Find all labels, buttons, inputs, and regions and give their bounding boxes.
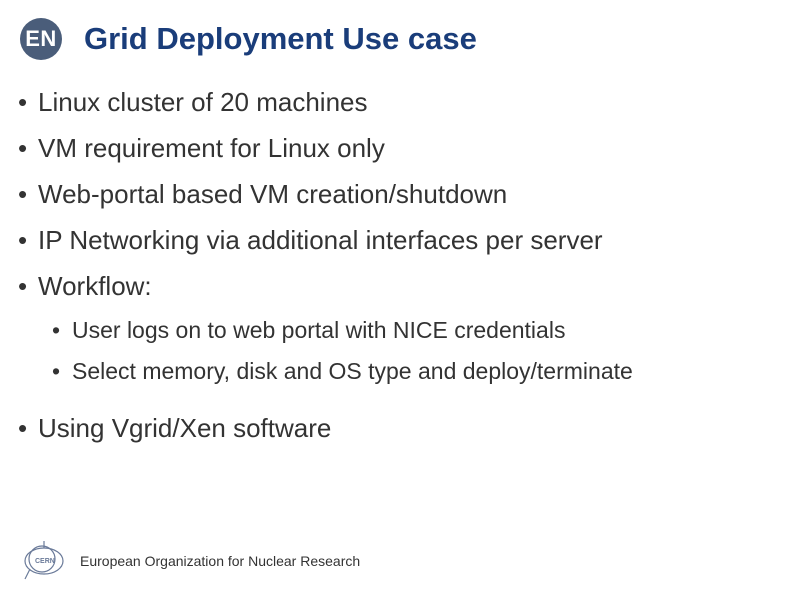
cern-logo-icon: CERN [22, 541, 66, 581]
list-item: • Workflow: • User logs on to web portal… [18, 272, 784, 399]
list-item-text: Workflow: [38, 271, 152, 301]
bullet-icon: • [18, 134, 38, 163]
sub-list-item: • User logs on to web portal with NICE c… [52, 317, 784, 343]
footer-org-text: European Organization for Nuclear Resear… [80, 553, 360, 569]
slide-footer: CERN European Organization for Nuclear R… [22, 541, 360, 581]
en-badge-icon: EN [20, 18, 62, 60]
list-item-text: VM requirement for Linux only [38, 133, 385, 163]
bullet-icon: • [18, 414, 38, 443]
list-item: • Linux cluster of 20 machines [18, 88, 784, 118]
slide-title: Grid Deployment Use case [84, 21, 477, 57]
bullet-icon: • [18, 180, 38, 209]
bullet-icon: • [18, 272, 38, 301]
bullet-list: • Linux cluster of 20 machines • VM requ… [18, 88, 784, 444]
list-item: • Web-portal based VM creation/shutdown [18, 180, 784, 210]
bullet-icon: • [52, 317, 72, 343]
list-item: • VM requirement for Linux only [18, 134, 784, 164]
slide-header: EN Grid Deployment Use case [0, 0, 794, 60]
list-item: • Using Vgrid/Xen software [18, 414, 784, 444]
sub-bullet-list: • User logs on to web portal with NICE c… [52, 317, 784, 384]
list-item: • IP Networking via additional interface… [18, 226, 784, 256]
sub-list-item-text: Select memory, disk and OS type and depl… [72, 358, 633, 384]
sub-list-item-text: User logs on to web portal with NICE cre… [72, 317, 565, 343]
slide-content: • Linux cluster of 20 machines • VM requ… [0, 60, 794, 444]
list-item-text: Using Vgrid/Xen software [38, 413, 331, 443]
list-item-text: IP Networking via additional interfaces … [38, 225, 603, 255]
bullet-icon: • [52, 358, 72, 384]
bullet-icon: • [18, 226, 38, 255]
svg-text:CERN: CERN [35, 558, 55, 565]
sub-list-item: • Select memory, disk and OS type and de… [52, 358, 784, 384]
list-item-text: Web-portal based VM creation/shutdown [38, 179, 507, 209]
list-item-text: Linux cluster of 20 machines [38, 87, 368, 117]
bullet-icon: • [18, 88, 38, 117]
